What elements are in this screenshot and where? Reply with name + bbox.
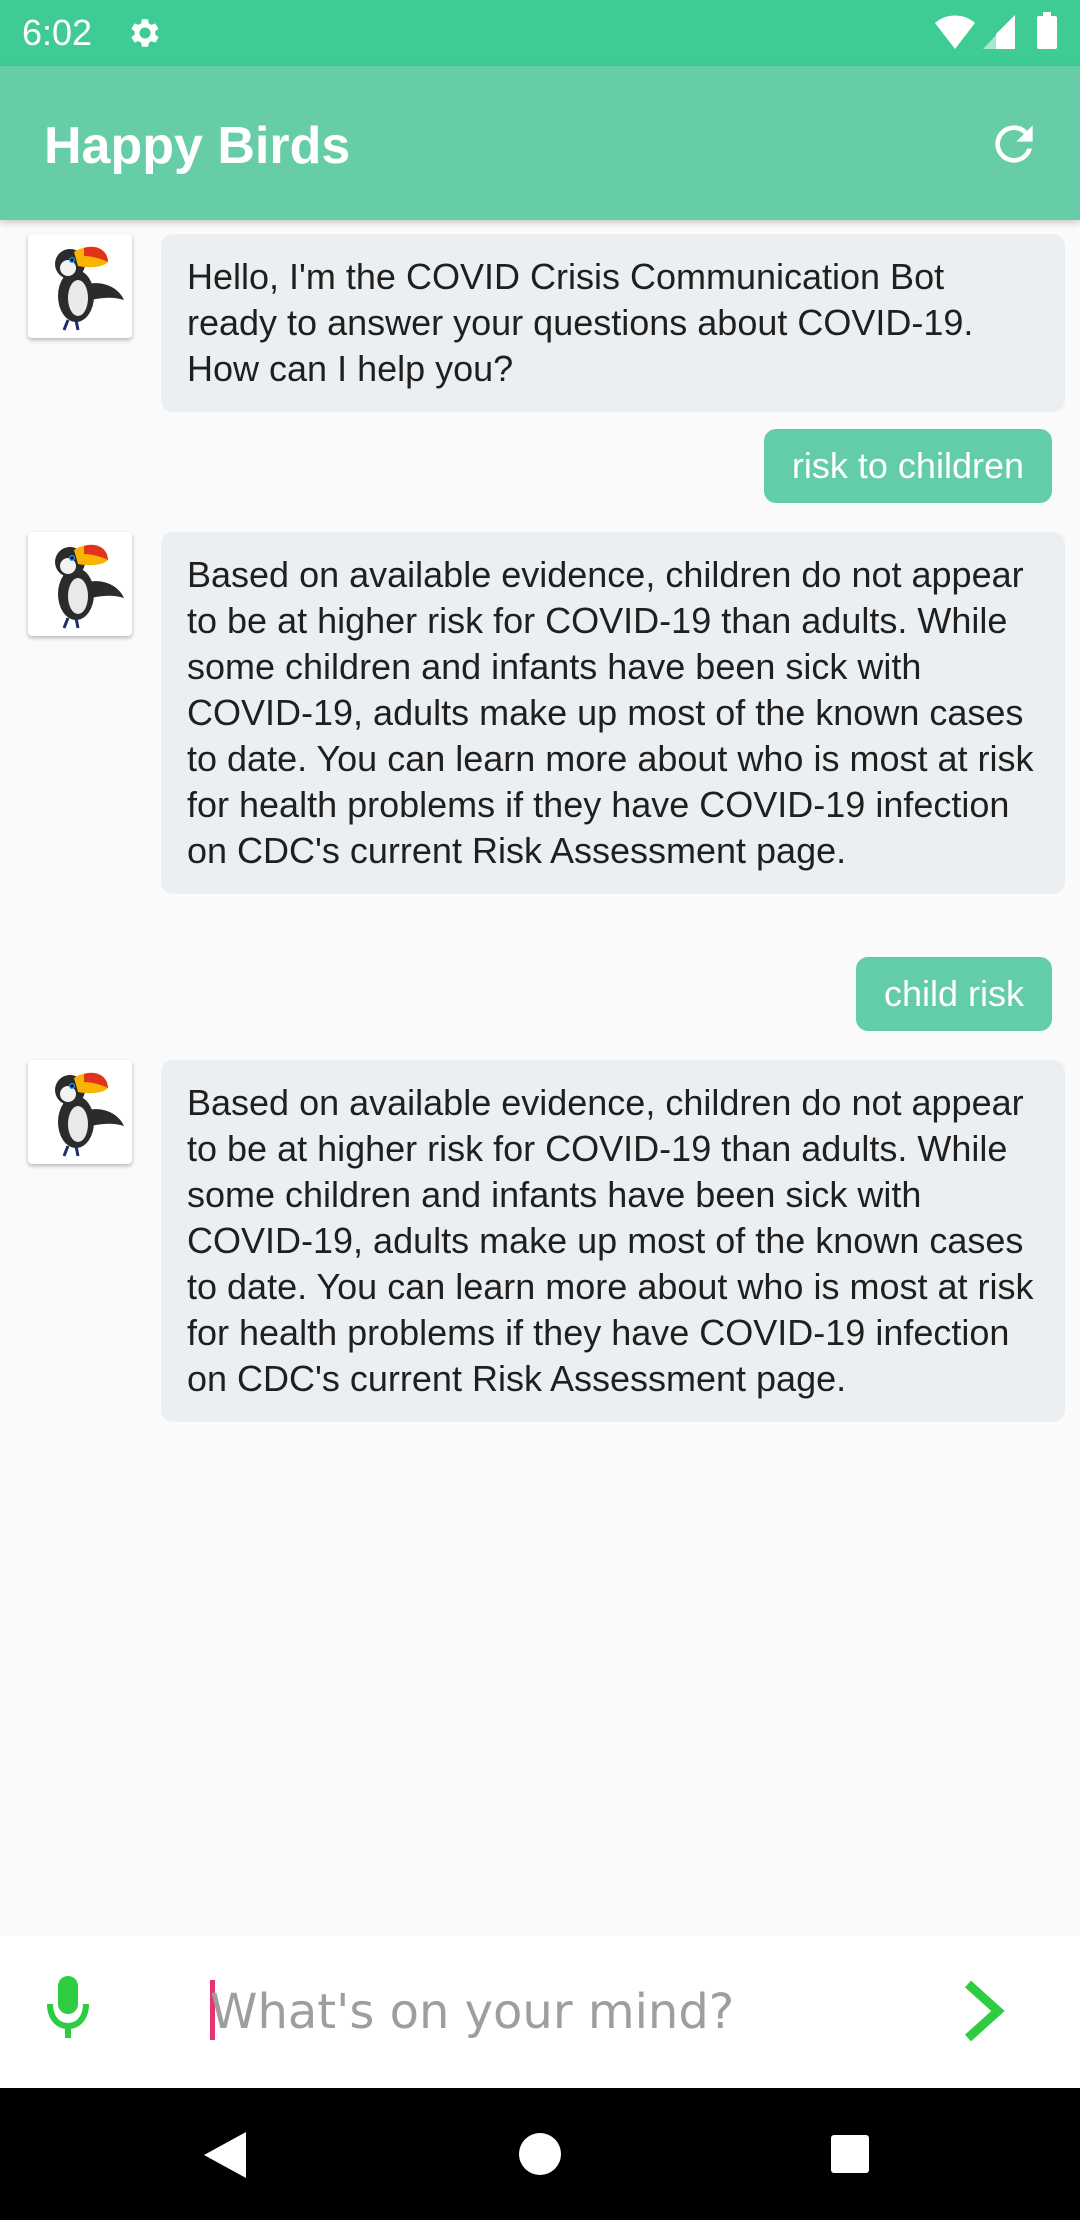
bot-message: Based on available evidence, children do… [161, 532, 1065, 894]
toucan-icon [55, 544, 124, 629]
app-title: Happy Birds [44, 117, 351, 175]
bot-avatar [28, 532, 132, 636]
settings-gear-icon [131, 19, 159, 47]
wifi-icon [935, 15, 975, 49]
message-input-bar [0, 1936, 1080, 2088]
home-circle-icon[interactable] [518, 2132, 562, 2176]
bot-avatar [28, 1060, 132, 1164]
toucan-icon [55, 1072, 124, 1157]
status-time: 6:02 [22, 12, 93, 53]
message-input[interactable] [210, 1972, 910, 2052]
user-message: child risk [855, 957, 1052, 1031]
mic-icon[interactable] [46, 1976, 90, 2038]
chevron-right-icon[interactable] [960, 1978, 1010, 2044]
refresh-icon[interactable] [986, 116, 1042, 172]
chat-message-list[interactable]: Hello, I'm the COVID Crisis Communicatio… [0, 220, 1080, 1936]
toucan-icon [55, 246, 124, 331]
system-nav-bar [0, 2088, 1080, 2220]
back-triangle-icon[interactable] [200, 2130, 248, 2180]
bot-message: Hello, I'm the COVID Crisis Communicatio… [161, 234, 1065, 412]
bot-avatar [28, 234, 132, 338]
bot-message: Based on available evidence, children do… [161, 1060, 1065, 1422]
battery-icon [1037, 12, 1057, 49]
app-bar: Happy Birds [0, 66, 1080, 220]
user-message: risk to children [763, 429, 1052, 503]
recents-square-icon[interactable] [830, 2134, 870, 2174]
status-bar: 6:02 [0, 0, 1080, 66]
cell-signal-icon [983, 15, 1015, 49]
